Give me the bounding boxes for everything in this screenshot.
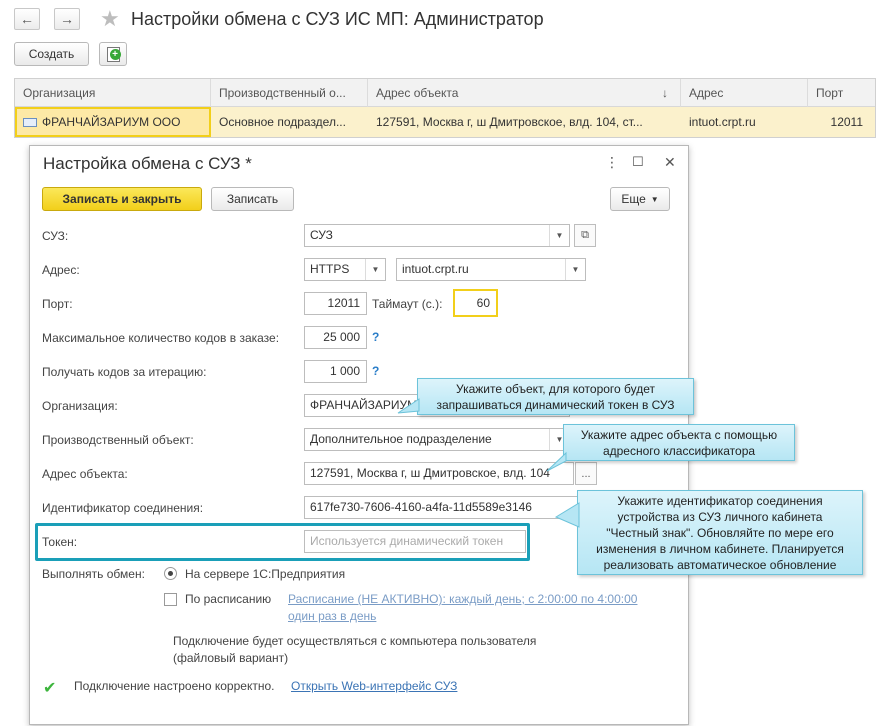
object-address-field[interactable]: 127591, Москва г, ш Дмитровское, влд. 10… — [304, 462, 574, 485]
column-header-address[interactable]: Адрес — [681, 79, 808, 107]
protocol-select[interactable]: HTTPS ▼ — [304, 258, 386, 281]
help-icon[interactable]: ? — [372, 364, 379, 378]
per-iteration-input[interactable]: 1 000 — [304, 360, 367, 383]
production-object-select[interactable]: Дополнительное подразделение ▼ — [304, 428, 570, 451]
connection-id-label: Идентификатор соединения: — [42, 501, 204, 515]
port-input[interactable]: 12011 — [304, 292, 367, 315]
favorite-star-icon[interactable]: ★ — [100, 6, 120, 32]
suz-label: СУЗ: — [42, 229, 69, 243]
create-button[interactable]: Создать — [14, 42, 89, 66]
max-codes-label: Максимальное количество кодов в заказе: — [42, 331, 280, 345]
schedule-checkbox-label[interactable]: По расписанию — [185, 592, 271, 606]
maximize-icon[interactable]: ☐ — [632, 154, 644, 170]
create-copy-button[interactable]: + — [99, 42, 127, 66]
page-title: Настройки обмена с СУЗ ИС МП: Администра… — [131, 9, 544, 29]
callout-organization: Укажите объект, для которого будет запра… — [397, 378, 694, 415]
radio-server-label[interactable]: На сервере 1С:Предприятия — [185, 567, 345, 581]
connection-id-input[interactable]: 617fe730-7606-4160-a4fa-11d5589e3146 — [304, 496, 596, 519]
close-icon[interactable]: ✕ — [664, 154, 676, 171]
cell-address: intuot.crpt.ru — [689, 115, 756, 129]
column-header-port[interactable]: Порт — [808, 79, 875, 107]
connection-note: Подключение будет осуществляться с компь… — [173, 634, 537, 648]
address-select-button[interactable]: ... — [575, 462, 597, 485]
host-field[interactable]: intuot.crpt.ru ▼ — [396, 258, 586, 281]
add-document-icon: + — [106, 46, 121, 62]
save-and-close-button[interactable]: Записать и закрыть — [42, 187, 202, 211]
column-header-object[interactable]: Производственный о... — [211, 79, 368, 107]
arrow-left-icon: ← — [20, 11, 34, 27]
radio-server[interactable] — [164, 567, 177, 580]
forward-button[interactable]: → — [54, 8, 80, 30]
schedule-checkbox[interactable] — [164, 593, 177, 606]
max-codes-input[interactable]: 25 000 — [304, 326, 367, 349]
status-text: Подключение настроено корректно. — [74, 679, 275, 693]
timeout-label: Таймаут (с.): — [372, 297, 443, 311]
callout-pointer — [554, 502, 580, 528]
dropdown-arrow-icon[interactable]: ▼ — [565, 259, 585, 280]
cell-object: Основное подраздел... — [219, 115, 346, 129]
save-button[interactable]: Записать — [211, 187, 294, 211]
checkmark-icon: ✔ — [43, 680, 57, 697]
address-label: Адрес: — [42, 263, 80, 277]
chevron-down-icon: ▼ — [650, 194, 659, 204]
object-address-label: Адрес объекта: — [42, 467, 128, 481]
port-label: Порт: — [42, 297, 73, 311]
callout-pointer — [397, 398, 420, 414]
dialog-title: Настройка обмена с СУЗ * — [43, 154, 252, 173]
table-row[interactable]: ФРАНЧАЙЗАРИУМ ООО Основное подраздел... … — [15, 107, 875, 137]
dropdown-arrow-icon[interactable]: ▼ — [549, 225, 569, 246]
column-header-object-address[interactable]: Адрес объекта ↓ — [368, 79, 681, 107]
open-record-icon[interactable]: ⧉ — [574, 224, 596, 247]
callout-connection-id: Укажите идентификатор соединения устройс… — [554, 490, 863, 575]
connection-note-variant: (файловый вариант) — [173, 651, 289, 665]
suz-select[interactable]: СУЗ ▼ — [304, 224, 570, 247]
schedule-link-continued[interactable]: один раз в день — [288, 609, 376, 623]
token-highlight-frame — [35, 523, 530, 561]
schedule-link[interactable]: Расписание (НЕ АКТИВНО): каждый день; с … — [288, 592, 637, 606]
cell-organization[interactable]: ФРАНЧАЙЗАРИУМ ООО — [15, 107, 211, 137]
exchange-label: Выполнять обмен: — [42, 567, 145, 581]
cell-object-address: 127591, Москва г, ш Дмитровское, влд. 10… — [376, 115, 643, 129]
organization-label: Организация: — [42, 399, 118, 413]
help-icon[interactable]: ? — [372, 330, 379, 344]
callout-pointer — [546, 451, 567, 472]
more-button[interactable]: Еще ▼ — [610, 187, 670, 211]
column-header-organization[interactable]: Организация — [15, 79, 211, 107]
title-bar: ← → ★ Настройки обмена с СУЗ ИС МП: Адми… — [0, 0, 877, 38]
production-object-label: Производственный объект: — [42, 433, 194, 447]
dropdown-arrow-icon[interactable]: ▼ — [365, 259, 385, 280]
arrow-right-icon: → — [60, 11, 74, 27]
table-header: Организация Производственный о... Адрес … — [15, 79, 875, 107]
settings-list: Организация Производственный о... Адрес … — [14, 78, 876, 138]
callout-object-address: Укажите адрес объекта с помощью адресног… — [546, 424, 795, 472]
timeout-input[interactable]: 60 — [453, 289, 498, 317]
back-button[interactable]: ← — [14, 8, 40, 30]
more-menu-icon[interactable]: ⋮ — [605, 154, 619, 171]
open-web-interface-link[interactable]: Открыть Web-интерфейс СУЗ — [291, 679, 457, 693]
sort-desc-icon: ↓ — [662, 86, 668, 100]
per-iteration-label: Получать кодов за итерацию: — [42, 365, 207, 379]
cell-port: 12011 — [830, 115, 863, 129]
record-icon — [23, 118, 37, 128]
